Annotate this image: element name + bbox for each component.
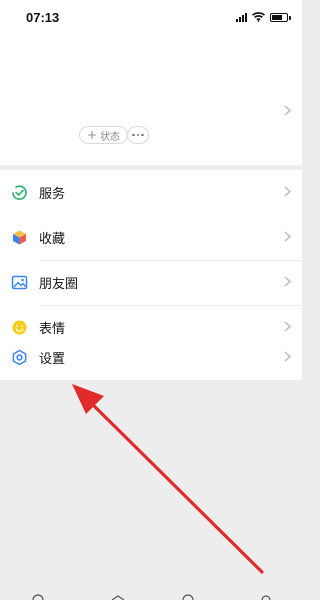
plus-icon: + <box>87 128 98 142</box>
services-group: 服务 <box>0 170 302 215</box>
profile-header[interactable]: + 状态 <box>0 34 302 165</box>
settings-group: 设置 <box>0 335 302 380</box>
chevron-right-icon <box>284 105 291 116</box>
moments-photo-icon <box>11 275 28 290</box>
menu-item-services[interactable]: 服务 <box>0 170 302 215</box>
tab-bar-edge <box>32 594 271 600</box>
menu-item-settings[interactable]: 设置 <box>0 335 302 380</box>
cellular-signal-icon <box>236 12 247 22</box>
menu-item-label: 服务 <box>39 187 66 202</box>
add-status-button[interactable]: + 状态 <box>79 126 129 144</box>
wifi-icon <box>252 12 265 22</box>
chevron-right-icon <box>284 321 291 332</box>
chevron-right-icon <box>284 186 291 197</box>
menu-item-label: 收藏 <box>39 232 66 247</box>
status-bar: 07:13 <box>0 0 302 34</box>
chevron-right-icon <box>284 276 291 287</box>
status-button-label: 状态 <box>100 131 121 143</box>
smiley-icon <box>12 320 27 335</box>
battery-level <box>272 14 282 20</box>
menu-item-favorites[interactable]: 收藏 <box>0 215 302 260</box>
status-time: 07:13 <box>26 10 60 25</box>
chevron-right-icon <box>284 351 291 362</box>
gear-icon <box>12 349 27 366</box>
menu-item-label: 设置 <box>39 352 66 367</box>
content-group: 收藏 朋友圈 表情 <box>0 215 302 350</box>
menu-item-label: 朋友圈 <box>39 277 79 292</box>
status-icons <box>236 11 291 23</box>
more-options-button[interactable] <box>127 126 149 144</box>
menu-item-moments[interactable]: 朋友圈 <box>0 260 302 305</box>
chevron-right-icon <box>284 231 291 242</box>
favorites-cube-icon <box>13 230 26 245</box>
battery-icon <box>270 12 291 22</box>
services-icon <box>12 185 27 200</box>
